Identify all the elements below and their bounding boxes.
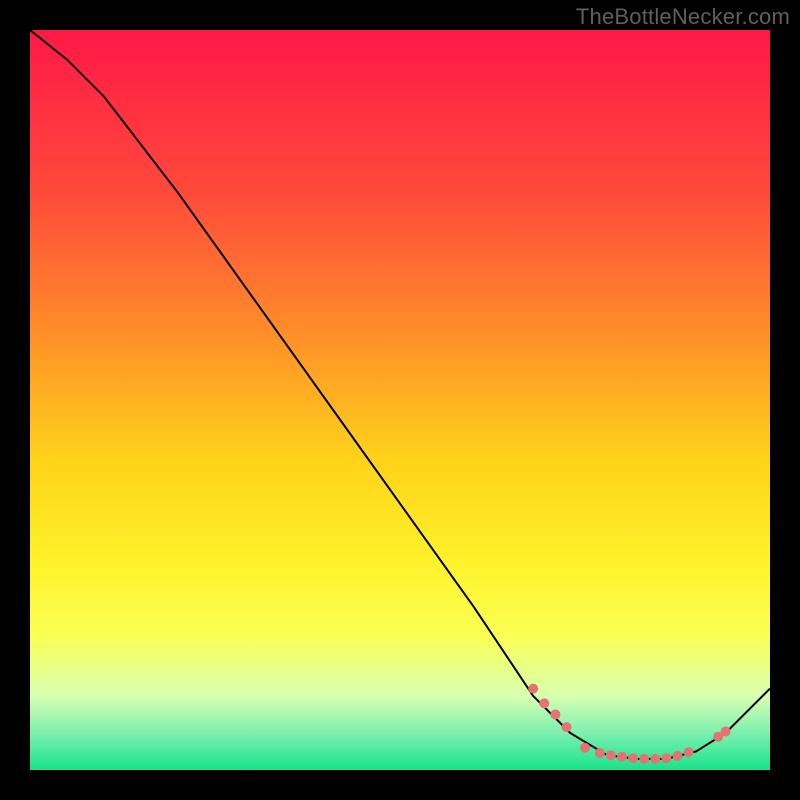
marker-dot	[539, 698, 549, 708]
marker-dot	[562, 722, 572, 732]
marker-dot	[580, 743, 590, 753]
marker-dot	[721, 727, 731, 737]
plot-area	[30, 30, 770, 770]
gradient-background	[30, 30, 770, 770]
marker-dot	[661, 753, 671, 763]
marker-dot	[617, 752, 627, 762]
marker-dot	[673, 751, 683, 761]
watermark-text: TheBottleNecker.com	[576, 4, 790, 30]
marker-dot	[684, 747, 694, 757]
marker-dot	[550, 710, 560, 720]
marker-dot	[528, 684, 538, 694]
chart-svg	[30, 30, 770, 770]
marker-dot	[606, 750, 616, 760]
marker-dot	[639, 754, 649, 764]
marker-dot	[595, 748, 605, 758]
marker-dot	[650, 754, 660, 764]
chart-frame: TheBottleNecker.com	[0, 0, 800, 800]
marker-dot	[628, 753, 638, 763]
